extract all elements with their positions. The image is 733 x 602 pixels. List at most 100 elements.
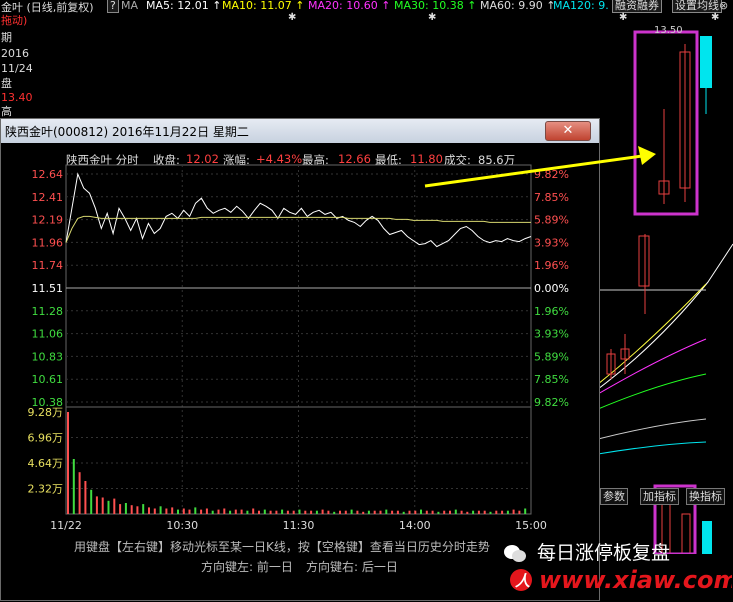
price-tick-label: 11.06 [32,328,64,341]
volume-bar [512,509,515,514]
keyboard-hint: 用键盘【左右键】移动光标至某一日K线，按【空格键】查看当日历史分时走势 [74,540,490,554]
volume-bar [472,510,475,514]
volume-bar [385,509,388,514]
volume-bar [269,510,272,514]
volume-bar [205,508,208,514]
volume-bar [373,510,376,514]
volume-bar [396,510,399,514]
volume-bar [119,504,122,514]
ma5-value: MA5: 12.01 ↑ [146,0,222,12]
volume-bar [165,508,168,514]
volume-bar [495,510,498,514]
volume-bar [315,510,318,514]
pct-tick-label: 9.82% [534,396,569,409]
svg-text:www.xiaw.com: www.xiaw.com [539,566,732,594]
marker-icon: ✱ [428,12,437,23]
price-tick-label: 12.64 [32,168,64,181]
volume-bar [229,510,232,514]
volume-bar [240,509,243,514]
volume-bar [142,504,145,514]
volume-bar [443,510,446,514]
volume-bar [246,510,249,514]
volume-bar [327,510,330,514]
volume-tick-label: 2.32万 [28,483,64,496]
price-tick-label: 12.19 [32,214,64,227]
volume-bar [310,510,313,514]
wechat-icon [504,545,526,562]
volume-tick-label: 6.96万 [28,432,64,445]
pct-tick-label: 0.00% [534,282,569,295]
volume-bar [350,509,353,514]
pct-tick-label: 5.89% [534,350,569,363]
open-label: 盘 [1,77,12,90]
close-icon[interactable]: ⊗ [719,0,728,12]
volume-bar [518,510,521,514]
volume-bar [304,510,307,514]
ma60-value: MA60: 9.90 ↑ [480,0,556,12]
info-column: 拖动) 期 2016 11/24 盘 13.40 高 [0,14,36,124]
volume-bar [153,508,156,514]
volume-bar [298,509,301,514]
volume-bar [379,510,382,514]
high-price-label: 13.50 [654,25,683,36]
volume-bar [333,511,336,514]
kline-chart [597,30,733,556]
volume-bar [194,507,197,514]
volume-bar [124,503,127,514]
price-tick-label: 11.74 [32,259,64,272]
volume-bar [113,498,116,514]
time-tick-label: 11/22 [50,519,82,532]
volume-tick-label: 4.64万 [28,457,64,470]
ma30-value: MA30: 10.38 ↑ [394,0,477,12]
volume-bar [466,511,469,514]
add-indicator-button[interactable]: 加指标 [640,488,679,505]
pct-tick-label: 1.96% [534,259,569,272]
switch-indicator-button[interactable]: 换指标 [686,488,725,505]
volume-bar [159,506,162,514]
volume-bar [524,508,527,514]
volume-bar [321,509,324,514]
volume-bar [483,510,486,514]
volume-bar [107,500,110,514]
help-button[interactable]: ? [107,0,119,13]
kline-panel: 13.50 参数 加指标 换指标 [597,14,733,556]
watermark-site-logo: 人 www.xiaw.com [507,562,733,602]
high-label: 高 [1,105,12,118]
pct-tick-label: 3.93% [534,328,569,341]
price-tick-label: 12.41 [32,191,64,204]
volume-bar [258,510,260,514]
params-button[interactable]: 参数 [600,488,628,505]
volume-bar [489,511,492,514]
year-label: 2016 [1,47,29,60]
volume-bar [90,489,93,514]
volume-bar [414,510,417,514]
price-tick-label: 10.83 [32,350,64,363]
volume-bar [101,497,104,514]
pct-tick-label: 1.96% [534,305,569,318]
volume-bar [188,509,191,514]
volume-bar [211,510,214,514]
date-label: 11/24 [1,62,33,75]
ma10-value: MA10: 11.07 ↑ [222,0,305,12]
stock-title: 金叶 (日线,前复权) [1,1,94,14]
volume-bar [223,508,226,514]
annotation-arrow [424,146,656,188]
volume-bar [292,510,295,514]
volume-bar [148,507,150,514]
volume-bar [339,510,341,514]
volume-bar [136,506,139,514]
volume-bar [344,510,347,514]
volume-bar [367,510,370,514]
marker-icon: ✱ [288,12,297,23]
volume-bar [454,509,457,514]
volume-bar [420,509,422,514]
next-day-hint: 方向键右: 后一日 [306,560,398,574]
pct-tick-label: 5.89% [534,214,569,227]
volume-tick-label: 9.28万 [28,406,64,419]
watermark-site-logo-svg: 人 www.xiaw.com [510,566,733,594]
drag-label: 拖动) [1,14,28,27]
pct-tick-label: 3.93% [534,236,569,249]
price-tick-label: 10.61 [32,373,64,386]
volume-bar [477,510,480,514]
volume-bar [506,510,509,514]
